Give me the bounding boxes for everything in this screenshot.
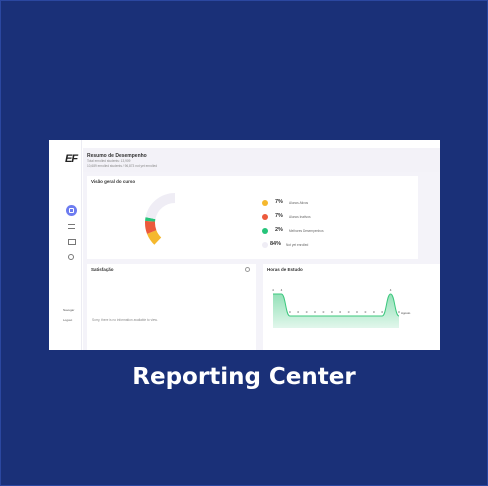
study-hours-data-label: 0 (306, 310, 308, 314)
study-hours-data-label: 0 (297, 310, 299, 314)
tile-caption: Reporting Center (132, 364, 356, 390)
study-hours-title: Horas de Estudo (267, 267, 303, 272)
study-hours-data-label: 0 (398, 310, 400, 314)
legend-item: 7% Alunos Ativos (262, 198, 382, 212)
header-subtitle-secondary: 10,689 enrolled students / 96,873 not ye… (87, 163, 157, 168)
study-hours-data-label: 0 (373, 310, 375, 314)
study-hours-data-label: 0 (314, 310, 316, 314)
ef-logo: EF (65, 153, 78, 165)
satisfaction-card: Satisfação Sorry, there is no informatio… (87, 264, 256, 350)
study-hours-data-label: 0 (339, 310, 341, 314)
header-subtitle: Total enrolled students: 13,909 (87, 159, 131, 163)
legend-percent: 7% (275, 199, 283, 205)
legend-percent: 2% (275, 227, 283, 233)
study-hours-data-label: 0 (381, 310, 383, 314)
study-hours-data-label: 0 (348, 310, 350, 314)
study-hours-card: Horas de Estudo 4 4 0 0 0 0 0 0 0 0 0 0 0 0 4 0 Agosto (263, 264, 440, 350)
legend-label: Not yet enrolled (286, 242, 309, 247)
sidebar-link-logout[interactable]: Logout (63, 318, 72, 322)
study-hours-area-chart: 4 40 0 0 0 0 0 0 0 0 0 0 040 Agosto (272, 288, 411, 328)
course-overview-legend: 7% Alunos Ativos 7% Alunos Inativos 2% Melhor… (262, 198, 382, 254)
app-screenshot: EF Navegar Logout Resumo de Desempenho T… (49, 140, 440, 350)
list-icon[interactable] (68, 224, 75, 229)
satisfaction-empty-message: Sorry, there is no information available… (92, 318, 158, 322)
legend-percent: 7% (275, 213, 283, 219)
study-hours-data-label: 0 (289, 310, 291, 314)
search-icon[interactable] (68, 254, 74, 260)
study-hours-data-label: 0 (365, 310, 367, 314)
info-icon[interactable] (245, 267, 250, 272)
legend-item: 84% Not yet enrolled (262, 240, 382, 254)
legend-percent: 84% (270, 241, 282, 247)
legend-label: Melhores Desempenhos (289, 228, 324, 233)
course-overview-title: Visão geral do curso (91, 179, 136, 184)
satisfaction-title: Satisfação (91, 267, 114, 272)
study-hours-data-label: 4 (281, 288, 283, 292)
study-hours-data-label: 0 (356, 310, 358, 314)
course-overview-donut-chart (145, 193, 205, 253)
course-overview-card: Visão geral do curso 7% Alunos Ativos 7% Al… (87, 176, 418, 259)
page-header: Resumo de Desempenho Total enrolled stud… (83, 148, 440, 172)
study-hours-line (272, 293, 400, 317)
legend-label: Alunos Ativos (289, 200, 309, 205)
study-hours-area (273, 294, 399, 328)
study-hours-data-label: 0 (323, 310, 325, 314)
legend-item: 2% Melhores Desempenhos (262, 226, 382, 240)
sidebar: EF Navegar Logout (49, 140, 82, 350)
card-icon[interactable] (68, 239, 76, 245)
legend-dot (262, 228, 268, 234)
study-hours-data-label: 0 (331, 310, 333, 314)
legend-dot (262, 200, 268, 206)
home-icon[interactable] (66, 205, 77, 216)
study-hours-data-label: 4 (272, 288, 274, 292)
legend-item: 7% Alunos Inativos (262, 212, 382, 226)
legend-dot (262, 242, 268, 248)
legend-dot (262, 214, 268, 220)
study-hours-axis-label: Agosto (401, 311, 411, 315)
sidebar-link-navigate[interactable]: Navegar (63, 308, 74, 312)
legend-label: Alunos Inativos (289, 214, 311, 219)
study-hours-data-label: 4 (390, 288, 392, 292)
